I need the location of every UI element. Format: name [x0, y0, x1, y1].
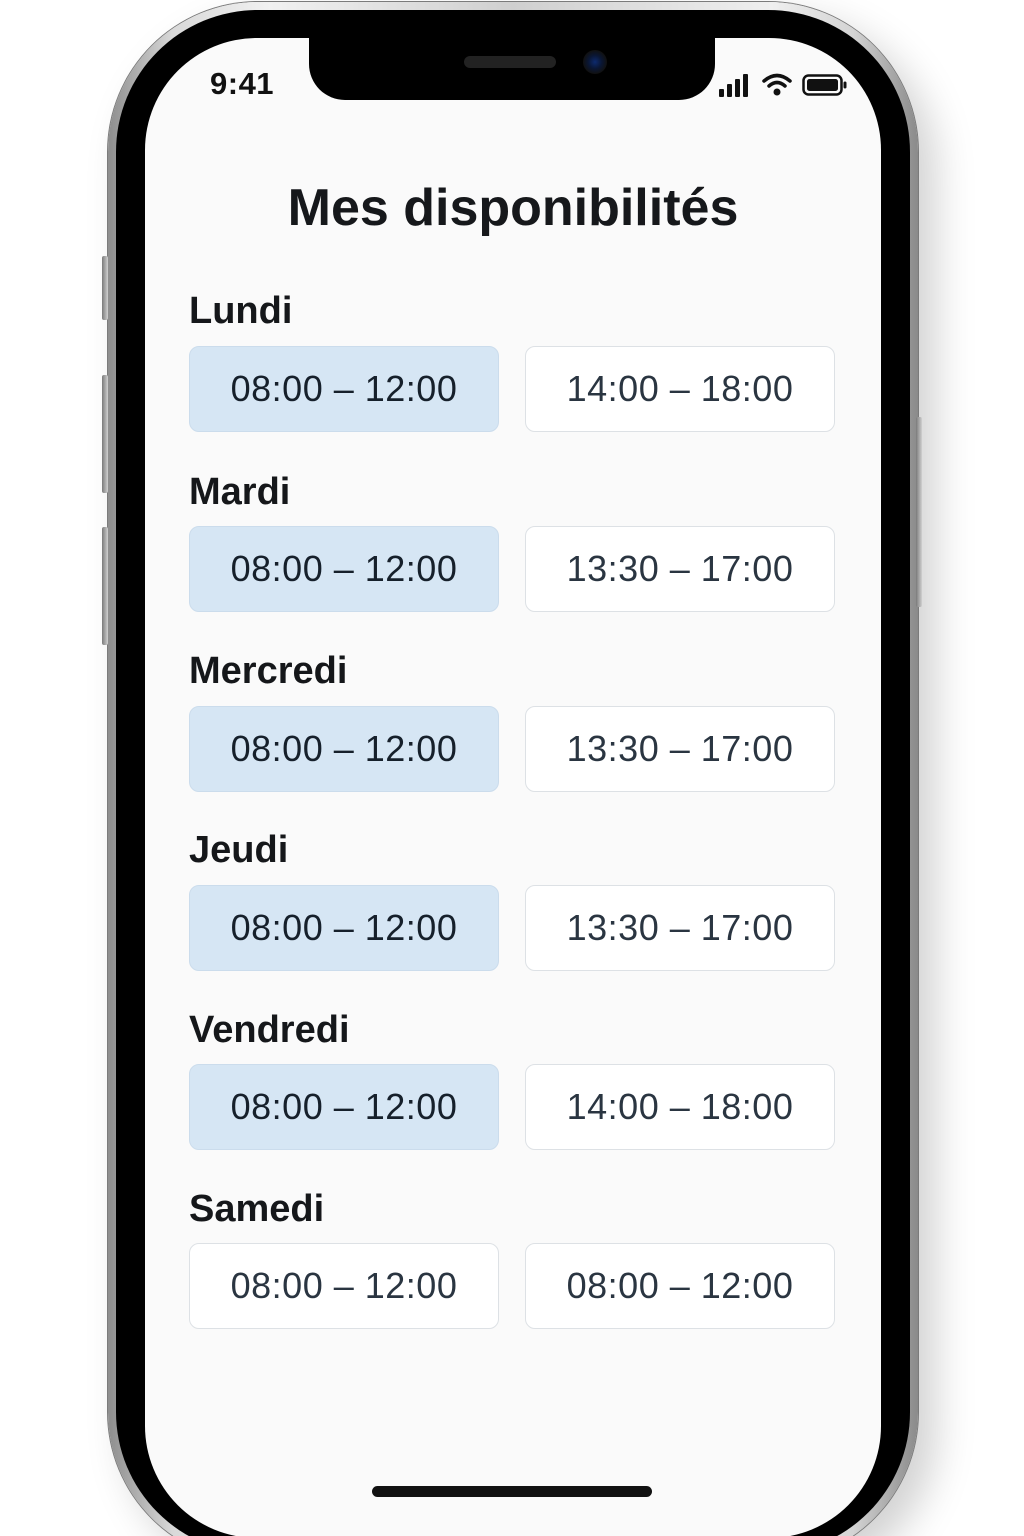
day-label-jeudi: Jeudi — [189, 829, 289, 871]
time-slot-jeudi-morning[interactable]: 08:00 – 12:00 — [189, 885, 499, 971]
day-label-lundi: Lundi — [189, 290, 293, 332]
speaker-grille — [464, 56, 556, 68]
battery-icon — [802, 74, 847, 96]
status-icons — [718, 70, 848, 100]
time-slot-mercredi-morning[interactable]: 08:00 – 12:00 — [189, 706, 499, 792]
time-slot-mardi-afternoon[interactable]: 13:30 – 17:00 — [525, 526, 835, 612]
time-slot-samedi-morning[interactable]: 08:00 – 12:00 — [189, 1243, 499, 1329]
time-slot-vendredi-afternoon[interactable]: 14:00 – 18:00 — [525, 1064, 835, 1150]
front-camera — [583, 50, 607, 74]
power-button — [916, 417, 922, 607]
day-label-samedi: Samedi — [189, 1188, 325, 1230]
notch — [309, 38, 715, 100]
day-label-mardi: Mardi — [189, 471, 291, 513]
wifi-icon — [762, 73, 792, 96]
time-slot-lundi-morning[interactable]: 08:00 – 12:00 — [189, 346, 499, 432]
time-slot-mercredi-afternoon[interactable]: 13:30 – 17:00 — [525, 706, 835, 792]
time-slot-vendredi-morning[interactable]: 08:00 – 12:00 — [189, 1064, 499, 1150]
volume-down-button — [102, 527, 108, 645]
time-slot-samedi-afternoon[interactable]: 08:00 – 12:00 — [525, 1243, 835, 1329]
stage: 9:41 Mes disponibilités Lundi 08:00 – 12… — [0, 0, 1024, 1536]
time-slot-lundi-afternoon[interactable]: 14:00 – 18:00 — [525, 346, 835, 432]
signal-icon — [719, 74, 748, 97]
home-indicator[interactable] — [372, 1486, 652, 1497]
mute-switch — [102, 256, 108, 320]
day-label-mercredi: Mercredi — [189, 650, 348, 692]
day-label-vendredi: Vendredi — [189, 1009, 350, 1051]
time-slot-jeudi-afternoon[interactable]: 13:30 – 17:00 — [525, 885, 835, 971]
page-title: Mes disponibilités — [287, 179, 739, 237]
volume-up-button — [102, 375, 108, 493]
status-time: 9:41 — [210, 66, 275, 101]
time-slot-mardi-morning[interactable]: 08:00 – 12:00 — [189, 526, 499, 612]
